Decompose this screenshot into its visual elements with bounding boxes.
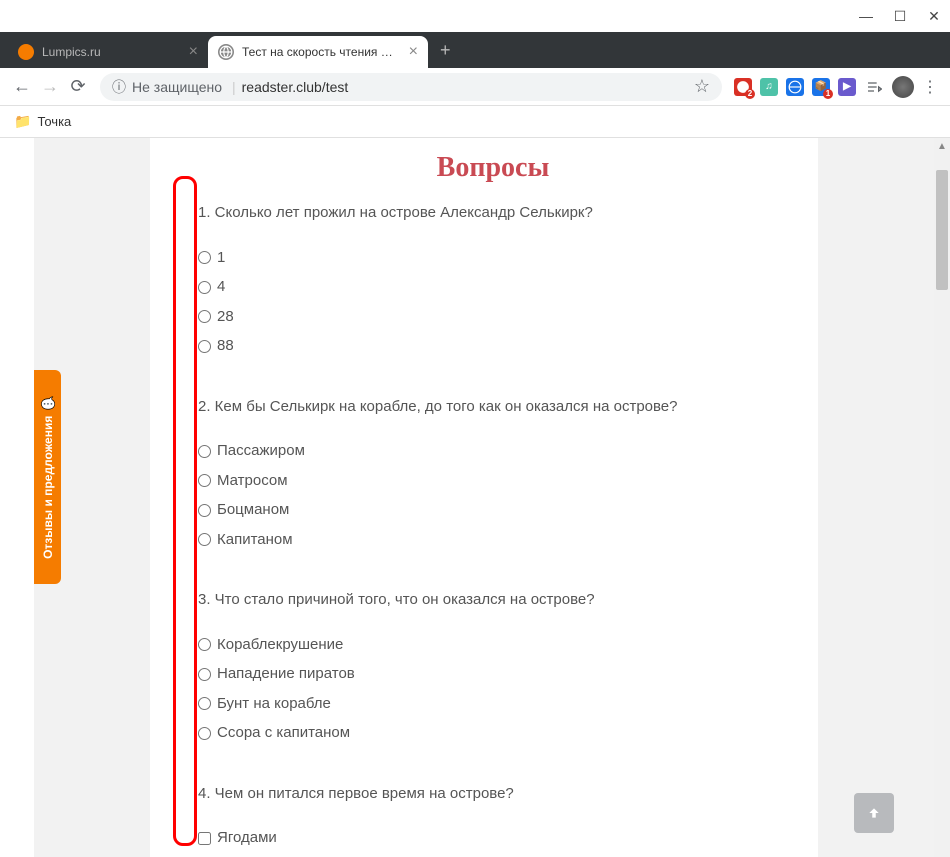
question-4: 4. Чем он питался первое время на остров… — [198, 783, 788, 857]
option-label: Матросом — [217, 470, 288, 493]
option[interactable]: Капитаном — [198, 529, 788, 552]
radio-input[interactable] — [198, 251, 211, 264]
radio-input[interactable] — [198, 340, 211, 353]
tab-title: Lumpics.ru — [42, 45, 183, 59]
radio-input[interactable] — [198, 727, 211, 740]
new-tab-button[interactable]: + — [428, 40, 463, 61]
option-label: Нападение пиратов — [217, 663, 355, 686]
option-label: 88 — [217, 335, 234, 358]
option[interactable]: 4 — [198, 276, 788, 299]
radio-input[interactable] — [198, 697, 211, 710]
option-label: Кораблекрушение — [217, 634, 343, 657]
option[interactable]: Нападение пиратов — [198, 663, 788, 686]
question-text: 2. Кем бы Селькирк на корабле, до того к… — [198, 396, 788, 419]
security-label: Не защищено — [132, 79, 222, 95]
radio-input[interactable] — [198, 310, 211, 323]
extension-icon[interactable]: 2 — [734, 78, 752, 96]
option[interactable]: Пассажиром — [198, 440, 788, 463]
reload-button[interactable]: ⟳ — [68, 77, 88, 97]
favicon-icon — [218, 44, 234, 60]
option-label: Ягодами — [217, 827, 277, 850]
radio-input[interactable] — [198, 533, 211, 546]
tab-readster[interactable]: Тест на скорость чтения — Тре × — [208, 36, 428, 68]
question-text: 4. Чем он питался первое время на остров… — [198, 783, 788, 806]
info-icon: ⓘ — [112, 77, 126, 97]
radio-input[interactable] — [198, 445, 211, 458]
radio-input[interactable] — [198, 281, 211, 294]
forward-button[interactable]: → — [40, 77, 60, 97]
option-label: 28 — [217, 306, 234, 329]
question-1: 1. Сколько лет прожил на острове Алексан… — [198, 202, 788, 358]
bookmark-star-icon[interactable]: ☆ — [694, 76, 710, 97]
extension-badge: 2 — [745, 89, 755, 99]
radio-input[interactable] — [198, 638, 211, 651]
option[interactable]: 1 — [198, 247, 788, 270]
folder-icon: 📁 — [14, 113, 31, 130]
close-tab-button[interactable]: × — [189, 43, 198, 61]
tab-title: Тест на скорость чтения — Тре — [242, 45, 403, 59]
back-button[interactable]: ← — [12, 77, 32, 97]
playlist-icon[interactable] — [864, 77, 884, 97]
extension-icon[interactable]: 📦 1 — [812, 78, 830, 96]
tab-lumpics[interactable]: Lumpics.ru × — [8, 36, 208, 68]
close-window-button[interactable]: ✕ — [928, 10, 940, 22]
radio-input[interactable] — [198, 474, 211, 487]
menu-button[interactable]: ⋮ — [922, 77, 938, 97]
profile-avatar[interactable] — [892, 76, 914, 98]
feedback-tab[interactable]: Отзывы и предложения 💬 — [34, 370, 61, 584]
checkbox-input[interactable] — [198, 832, 211, 845]
option[interactable]: Ссора с капитаном — [198, 722, 788, 745]
address-bar[interactable]: ⓘ Не защищено | readster.club/test ☆ — [100, 73, 722, 101]
window-controls: — ☐ ✕ — [0, 0, 950, 32]
page-title: Вопросы — [198, 138, 788, 202]
question-2: 2. Кем бы Селькирк на корабле, до того к… — [198, 396, 788, 552]
option-label: Ссора с капитаном — [217, 722, 350, 745]
maximize-button[interactable]: ☐ — [894, 10, 906, 22]
feedback-tab-label: Отзывы и предложения 💬 — [41, 395, 55, 559]
bookmark-item[interactable]: Точка — [37, 114, 71, 129]
page-content: Вопросы 1. Сколько лет прожил на острове… — [150, 138, 818, 857]
question-text: 3. Что стало причиной того, что он оказа… — [198, 589, 788, 612]
scrollbar-up-button[interactable]: ▲ — [934, 138, 950, 154]
option-label: 4 — [217, 276, 225, 299]
extension-badge: 1 — [823, 89, 833, 99]
option-label: Боцманом — [217, 499, 289, 522]
radio-input[interactable] — [198, 668, 211, 681]
favicon-icon — [18, 44, 34, 60]
option[interactable]: Бунт на корабле — [198, 693, 788, 716]
option[interactable]: Боцманом — [198, 499, 788, 522]
radio-input[interactable] — [198, 504, 211, 517]
option-label: 1 — [217, 247, 225, 270]
extension-icon[interactable] — [786, 78, 804, 96]
scrollbar-thumb[interactable] — [936, 170, 948, 290]
option-label: Пассажиром — [217, 440, 305, 463]
bookmarks-bar: 📁 Точка — [0, 106, 950, 138]
extension-icon[interactable]: ▶ — [838, 78, 856, 96]
tab-strip: Lumpics.ru × Тест на скорость чтения — Т… — [0, 32, 950, 68]
option[interactable]: 28 — [198, 306, 788, 329]
option-label: Капитаном — [217, 529, 293, 552]
option-label: Бунт на корабле — [217, 693, 331, 716]
option[interactable]: Матросом — [198, 470, 788, 493]
question-3: 3. Что стало причиной того, что он оказа… — [198, 589, 788, 745]
url-text: readster.club/test — [242, 79, 349, 95]
question-text: 1. Сколько лет прожил на острове Алексан… — [198, 202, 788, 225]
scroll-to-top-button[interactable] — [854, 793, 894, 833]
option[interactable]: 88 — [198, 335, 788, 358]
option[interactable]: Кораблекрушение — [198, 634, 788, 657]
extension-icon[interactable]: ♫ — [760, 78, 778, 96]
close-tab-button[interactable]: × — [409, 43, 418, 61]
toolbar: ← → ⟳ ⓘ Не защищено | readster.club/test… — [0, 68, 950, 106]
page-viewport: Вопросы 1. Сколько лет прожил на острове… — [34, 138, 934, 857]
chat-icon: 💬 — [41, 395, 55, 410]
option[interactable]: Ягодами — [198, 827, 788, 850]
minimize-button[interactable]: — — [860, 10, 872, 22]
